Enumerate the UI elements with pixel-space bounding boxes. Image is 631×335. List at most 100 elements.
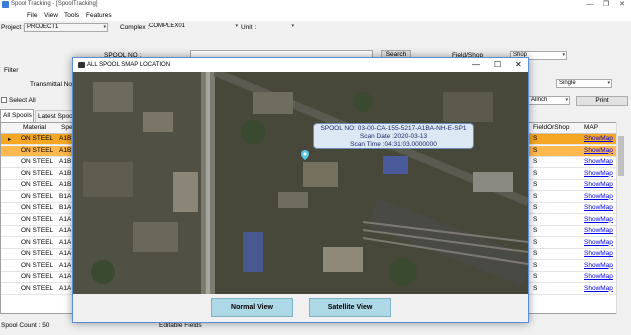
menu-bar: File View Tools Features [0,10,631,21]
project-label: Project : [1,24,25,31]
grid-scrollbar[interactable] [616,122,625,314]
minimize-button[interactable]: — [582,0,598,10]
select-all-label: Select All [9,97,36,104]
fieldshop-cell: S [533,204,538,211]
material-cell: ON STEEL [21,192,54,200]
popup-spool-no: SPOOL NO: 03-00-CA-155-5217-A1BA-NH-E-SP… [320,125,467,132]
spec-cell: A1A [59,284,72,292]
complex-label: Complex : [120,24,150,31]
show-map-link[interactable]: ShowMap [584,216,613,223]
show-map-link[interactable]: ShowMap [584,204,613,211]
show-map-link[interactable]: ShowMap [584,147,613,154]
show-map-link[interactable]: ShowMap [584,158,613,165]
dialog-minimize-button[interactable]: — [472,60,480,69]
show-map-link[interactable]: ShowMap [584,181,613,188]
single-combo[interactable]: Single ▾ [556,79,612,88]
menu-view[interactable]: View [44,12,58,19]
show-map-link[interactable]: ShowMap [584,285,613,292]
fieldshop-cell: S [533,261,538,269]
chevron-down-icon: ▾ [103,24,106,30]
tab-latest-spools[interactable]: Latest Spools [35,110,77,122]
complex-value: COMPLEX01 [149,23,186,29]
fieldshop-cell: S [533,250,538,257]
tab-all-spools[interactable]: All Spools [0,109,34,122]
spec-cell: A1A [59,273,72,280]
map-pin-icon[interactable] [301,150,309,160]
material-cell: ON STEEL [21,250,54,257]
project-combo[interactable]: PROJECT1 ▾ [24,23,108,32]
fieldshop-cell: S [533,158,538,165]
spec-cell: A1B [59,146,72,154]
show-map-link[interactable]: ShowMap [584,193,613,200]
dialog-close-button[interactable]: ✕ [515,60,522,69]
material-cell: ON STEEL [21,204,54,211]
spool-info-popup: SPOOL NO: 03-00-CA-155-5217-A1BA-NH-E-SP… [313,123,474,149]
material-cell: ON STEEL [21,238,54,246]
material-cell: ON STEEL [21,135,54,142]
unit-combo[interactable]: ▾ [255,23,295,32]
show-map-link[interactable]: ShowMap [584,262,613,269]
material-cell: ON STEEL [21,146,54,154]
scrollbar-thumb[interactable] [618,136,624,176]
show-map-link[interactable]: ShowMap [584,250,613,257]
show-map-link[interactable]: ShowMap [584,170,613,177]
spec-cell: A1B [59,158,72,165]
spec-cell: A1A [59,227,72,234]
window-title: Spool Tracking - [SpoolTracking] [11,1,98,7]
show-map-link[interactable]: ShowMap [584,239,613,246]
spec-cell: A1A [59,261,72,269]
maximize-button[interactable]: ❐ [598,0,614,10]
map-app-icon [78,62,85,68]
menu-features[interactable]: Features [86,12,112,19]
spec-cell: A1A [59,215,72,223]
select-all-checkbox[interactable] [1,97,7,103]
satellite-view-button[interactable]: Satellite View [309,298,391,317]
complex-combo[interactable]: COMPLEX01 ▾ [147,23,239,32]
filter-row: Project : PROJECT1 ▾ Complex : COMPLEX01 ▾… [0,21,631,34]
unit-label: Unit : [241,24,257,31]
normal-view-button[interactable]: Normal View [211,298,293,317]
popup-scan-date: Scan Date :2020-03-13 [359,133,428,140]
fieldshop-cell: S [533,273,538,280]
close-button[interactable]: ✕ [614,0,630,10]
fieldshop-cell: S [533,227,538,234]
fieldshop-cell: S [533,135,538,142]
dialog-title: ALL SPOOL SMAP LOCATION [87,62,171,68]
menu-file[interactable]: File [27,12,37,19]
fieldshop-cell: S [533,169,538,177]
spool-mode-value: Allnch [531,97,548,103]
spec-cell: B1A [59,192,72,200]
fieldshop-cell: S [533,146,538,154]
column-header-material[interactable]: Material [23,124,46,131]
chevron-down-icon: ▾ [565,97,568,103]
filter-label: Filter [4,67,19,74]
column-header-spec[interactable]: Spe [61,124,73,131]
spool-count: Spool Count : 50 [1,322,50,329]
fieldshop-cell: S [533,238,538,246]
title-bar: Spool Tracking - [SpoolTracking] — ❐ ✕ [0,0,631,10]
show-map-link[interactable]: ShowMap [584,135,613,142]
spool-mode-combo[interactable]: Allnch ▾ [528,96,570,105]
material-cell: ON STEEL [21,158,54,165]
spec-cell: A1A [59,250,72,257]
app-icon [2,1,9,8]
show-map-link[interactable]: ShowMap [584,227,613,234]
satellite-map[interactable]: SPOOL NO: 03-00-CA-155-5217-A1BA-NH-E-SP… [73,72,528,294]
fieldshop-cell: S [533,215,538,223]
show-map-link[interactable]: ShowMap [584,273,613,280]
spec-cell: A1B [59,181,72,188]
spec-cell: A1B [59,169,72,177]
material-cell: ON STEEL [21,261,54,269]
material-cell: ON STEEL [21,227,54,234]
dialog-title-bar: ALL SPOOL SMAP LOCATION — ☐ ✕ [73,58,528,72]
row-selector-arrow-icon: ▸ [8,136,12,143]
material-cell: ON STEEL [21,215,54,223]
print-button[interactable]: Print [576,96,628,106]
spec-cell: A1B [59,135,72,142]
menu-tools[interactable]: Tools [64,12,79,19]
editable-fields-label: Editable Fields [159,322,202,329]
column-header-fieldorshop[interactable]: FieldOrShop [533,124,570,131]
dialog-maximize-button[interactable]: ☐ [494,60,501,69]
column-header-map[interactable]: MAP [584,124,598,131]
chevron-down-icon: ▾ [562,52,565,58]
